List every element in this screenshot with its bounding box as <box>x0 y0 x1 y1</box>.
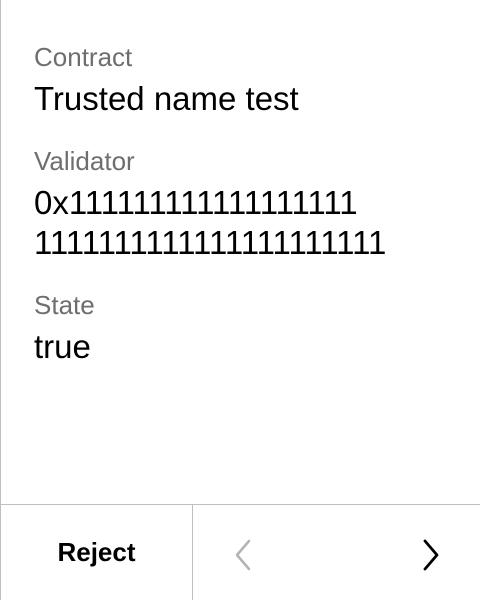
footer-bar: Reject <box>1 504 480 600</box>
previous-page-button[interactable] <box>223 535 263 575</box>
chevron-left-icon <box>235 539 251 571</box>
reject-label: Reject <box>57 537 136 567</box>
next-page-button[interactable] <box>411 535 451 575</box>
review-screen: Contract Trusted name test Validator 0x1… <box>0 0 480 600</box>
reject-button[interactable]: Reject <box>1 505 193 600</box>
field-state: State true <box>34 288 95 367</box>
field-label-validator: Validator <box>34 146 135 176</box>
chevron-right-icon <box>423 539 439 571</box>
field-label-state: State <box>34 290 95 320</box>
field-value-contract: Trusted name test <box>34 80 299 117</box>
field-value-validator: 0x111111111111111111 11111111111111111111… <box>34 184 387 261</box>
field-label-contract: Contract <box>34 42 133 72</box>
field-contract: Contract Trusted name test <box>34 40 299 119</box>
field-validator: Validator 0x111111111111111111 1111111111… <box>34 144 386 263</box>
field-value-state: true <box>34 328 91 365</box>
